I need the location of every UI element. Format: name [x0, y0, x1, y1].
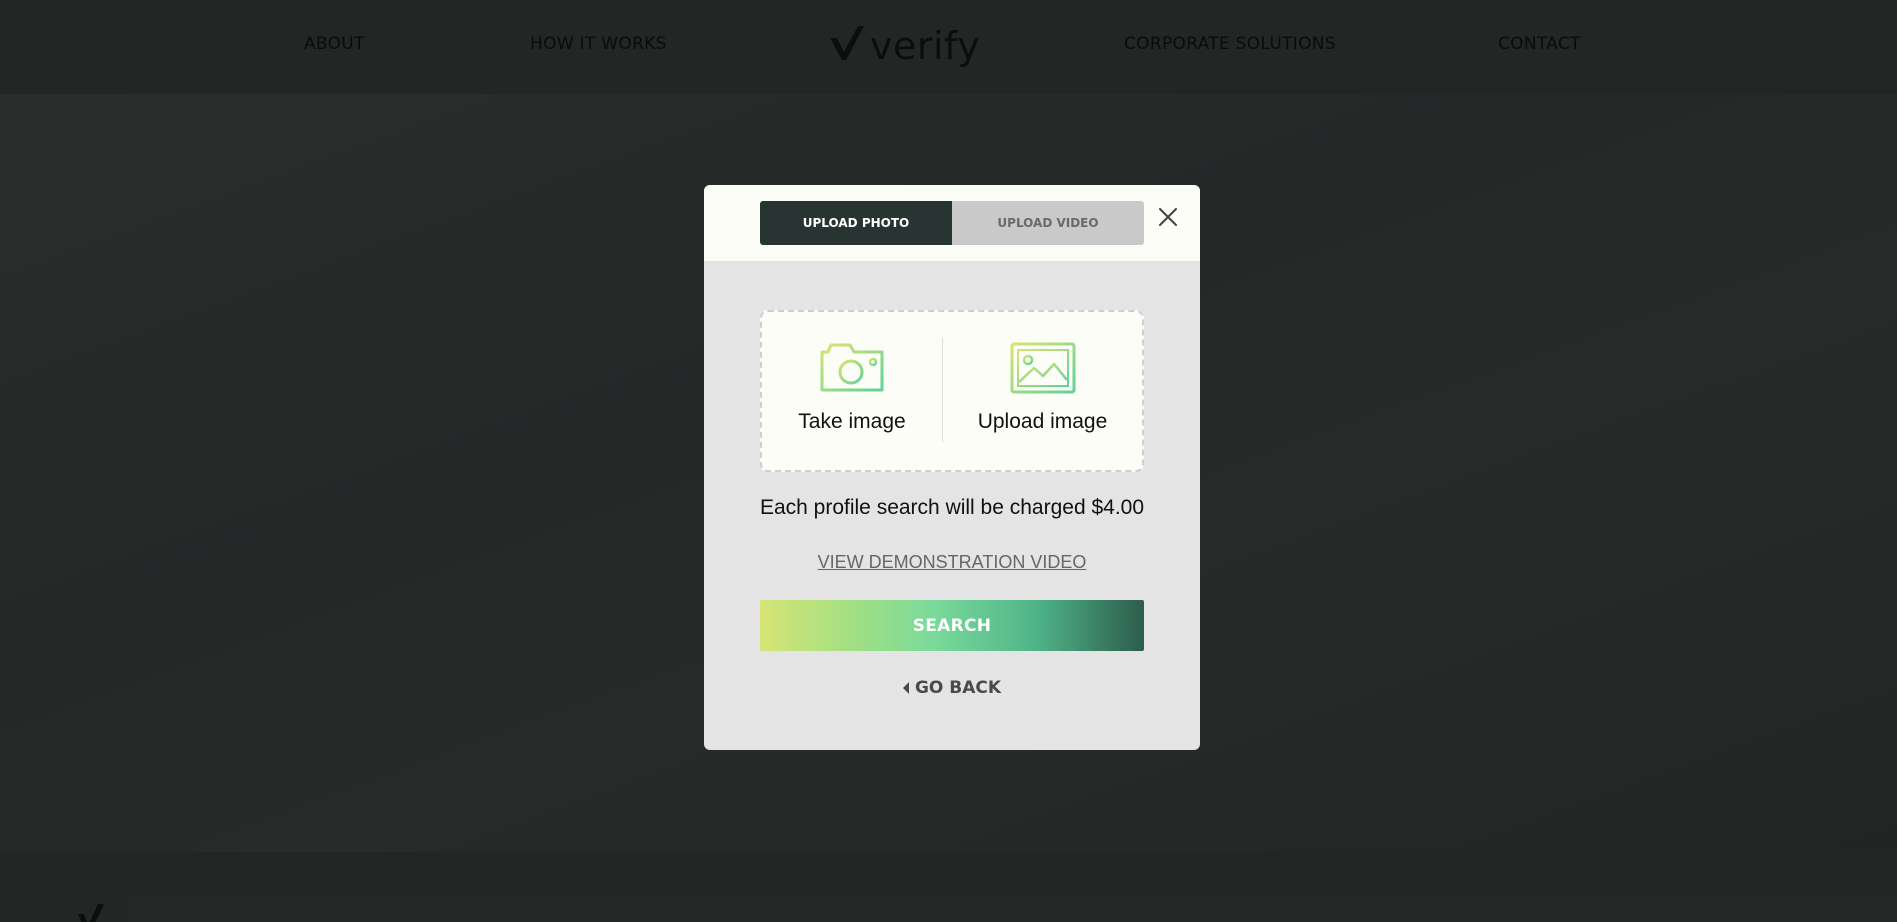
camera-icon: [820, 343, 884, 392]
go-back-button[interactable]: GO BACK: [704, 678, 1200, 698]
upload-modal: UPLOAD PHOTO UPLOAD VIDEO Take image Upl…: [704, 185, 1200, 750]
upload-image-label: Upload image: [977, 410, 1108, 433]
close-icon: [1159, 208, 1177, 226]
tab-upload-photo[interactable]: UPLOAD PHOTO: [760, 201, 952, 245]
take-image-option[interactable]: Take image: [762, 312, 942, 470]
take-image-label: Take image: [798, 410, 906, 433]
image-icon: [1010, 342, 1075, 394]
modal-tab-bar: UPLOAD PHOTO UPLOAD VIDEO: [704, 185, 1200, 261]
tab-upload-video[interactable]: UPLOAD VIDEO: [952, 201, 1144, 245]
view-demo-video-link[interactable]: VIEW DEMONSTRATION VIDEO: [704, 552, 1200, 573]
close-button[interactable]: [1155, 204, 1181, 230]
search-button[interactable]: SEARCH: [760, 600, 1144, 651]
image-dropzone[interactable]: Take image Upload image: [760, 310, 1144, 472]
upload-image-option[interactable]: Upload image: [943, 312, 1142, 470]
go-back-label: GO BACK: [914, 678, 1002, 698]
charge-notice: Each profile search will be charged $4.0…: [759, 496, 1145, 519]
caret-left-icon: [902, 682, 909, 694]
